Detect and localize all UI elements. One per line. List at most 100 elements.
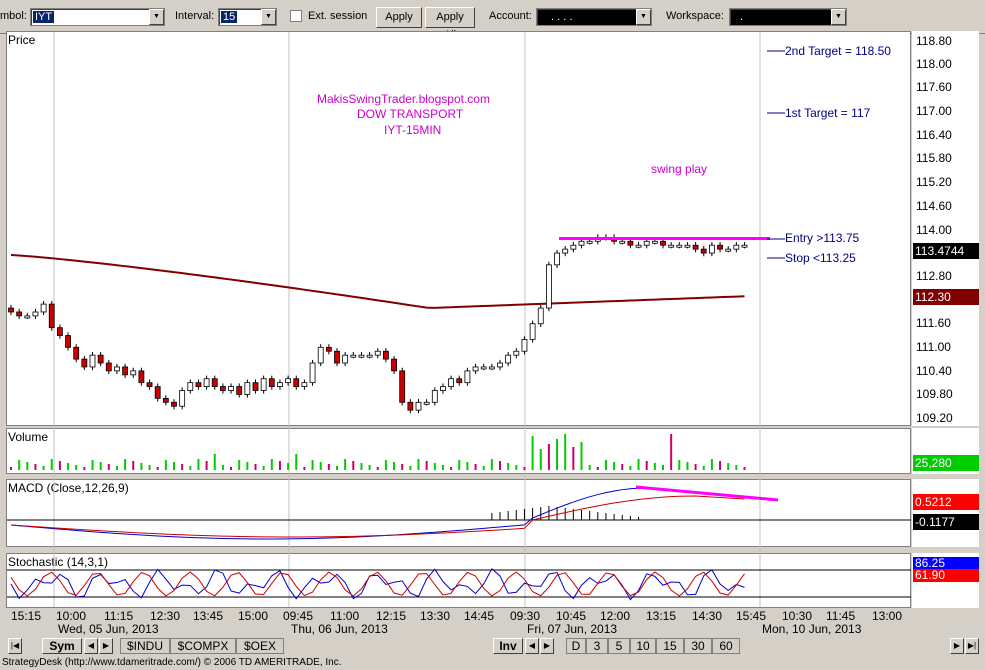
candle-body <box>48 303 55 329</box>
time-tick-label: 15:15 <box>11 609 42 623</box>
next-icon[interactable]: ▶ <box>99 638 113 654</box>
candle-body <box>497 362 503 368</box>
time-tick-label: 13:00 <box>872 609 903 623</box>
candle-body <box>440 386 446 391</box>
candle-body <box>8 307 14 313</box>
candle-body <box>122 366 128 376</box>
time-axis: 15:15 10:00 11:15 12:30 13:45 15:00 09:45 11:00… <box>0 608 985 636</box>
tab-interval-5[interactable]: 5 <box>608 638 630 654</box>
tab-indu[interactable]: $INDU <box>120 638 170 654</box>
candle-body <box>195 382 202 387</box>
candle-body <box>505 354 512 364</box>
date-tick-label: Mon, 10 Jun, 2013 <box>762 622 862 636</box>
candle-body <box>570 244 577 250</box>
time-tick-label: 09:30 <box>510 609 541 623</box>
candle-body <box>448 378 455 387</box>
candle-body <box>32 311 39 317</box>
tab-interval-60[interactable]: 60 <box>712 638 740 654</box>
candle-body <box>97 354 104 364</box>
time-tick-label: 11:00 <box>330 609 360 623</box>
candle-body <box>252 382 259 391</box>
next-icon[interactable]: ▶ <box>540 638 554 654</box>
time-tick-label: 14:30 <box>692 609 723 623</box>
candle-body <box>709 244 715 254</box>
candle-body <box>374 350 381 356</box>
candle-body <box>627 240 634 246</box>
candle-body <box>488 366 495 370</box>
candle-body <box>317 346 324 364</box>
candle-body <box>423 401 430 405</box>
prev-icon[interactable]: ◀ <box>525 638 539 654</box>
candle-body <box>285 378 292 384</box>
candle-body <box>187 382 194 391</box>
candle-body <box>105 362 112 372</box>
tab-interval-d[interactable]: D <box>566 638 586 654</box>
moving-average-line <box>10 254 745 309</box>
date-tick-label: Fri, 07 Jun, 2013 <box>527 622 618 636</box>
time-tick-label: 10:45 <box>556 609 587 623</box>
candle-body <box>635 244 642 248</box>
candle-body <box>725 248 732 252</box>
candle-body <box>619 240 626 244</box>
candle-body <box>382 350 389 360</box>
candle-body <box>668 244 675 248</box>
tab-oex[interactable]: $OEX <box>236 638 284 654</box>
time-tick-label: 13:45 <box>193 609 224 623</box>
time-tick-label: 10:30 <box>782 609 813 623</box>
time-tick-label: 15:45 <box>736 609 767 623</box>
candle-body <box>684 244 691 248</box>
candle-body <box>521 339 528 352</box>
time-tick-label: 14:45 <box>464 609 495 623</box>
candle-body <box>89 354 96 368</box>
candle-body <box>268 378 275 387</box>
candle-body <box>358 354 365 358</box>
tab-compx[interactable]: $COMPX <box>170 638 236 654</box>
tab-interval-15[interactable]: 15 <box>656 638 684 654</box>
time-tick-label: 09:45 <box>283 609 314 623</box>
candle-body <box>464 370 471 384</box>
candle-body <box>162 397 169 403</box>
first-icon[interactable]: |◀ <box>8 638 22 654</box>
candle-body <box>480 366 487 370</box>
candle-body <box>391 358 397 372</box>
candle-body <box>301 382 308 387</box>
candle-body <box>456 378 463 384</box>
candle-body <box>114 366 120 372</box>
macd-line <box>10 487 745 540</box>
next-icon[interactable]: ▶ <box>950 638 964 654</box>
candle-body <box>334 350 340 364</box>
macd-signal-line <box>10 495 745 538</box>
candle-body <box>171 401 177 407</box>
tab-interval-30[interactable]: 30 <box>684 638 712 654</box>
candle-body <box>40 303 47 313</box>
chart-svg <box>7 32 911 607</box>
date-tick-label: Thu, 06 Jun, 2013 <box>291 622 388 636</box>
candle-body <box>578 240 585 246</box>
candle-body <box>228 386 234 391</box>
candle-body <box>325 346 332 352</box>
symbol-annotation: IYT-15MIN <box>384 123 442 137</box>
time-tick-label: 12:15 <box>376 609 407 623</box>
time-tick-label: 12:00 <box>600 609 631 623</box>
candle-body <box>676 244 683 248</box>
candle-body <box>513 350 520 356</box>
tab-interval-10[interactable]: 10 <box>630 638 656 654</box>
candle-body <box>700 248 707 254</box>
candle-body <box>529 323 536 340</box>
time-tick-label: 12:30 <box>150 609 181 623</box>
candle-body <box>399 370 406 403</box>
bottom-bar: |◀ Sym ◀ ▶ $INDU $COMPX $OEX Inv ◀ ▶ D 3… <box>0 636 985 656</box>
candle-body <box>407 401 414 411</box>
last-icon[interactable]: ▶| <box>965 638 979 654</box>
prev-icon[interactable]: ◀ <box>84 638 98 654</box>
candle-body <box>562 248 569 254</box>
candle-body <box>342 354 349 364</box>
sym-tab[interactable]: Sym <box>42 638 82 654</box>
inv-tab[interactable]: Inv <box>493 638 523 654</box>
candle-body <box>554 252 560 266</box>
candle-body <box>24 315 31 319</box>
candle-body <box>146 382 153 387</box>
candle-body <box>154 386 161 399</box>
tab-interval-3[interactable]: 3 <box>586 638 608 654</box>
candle-body <box>692 244 699 250</box>
